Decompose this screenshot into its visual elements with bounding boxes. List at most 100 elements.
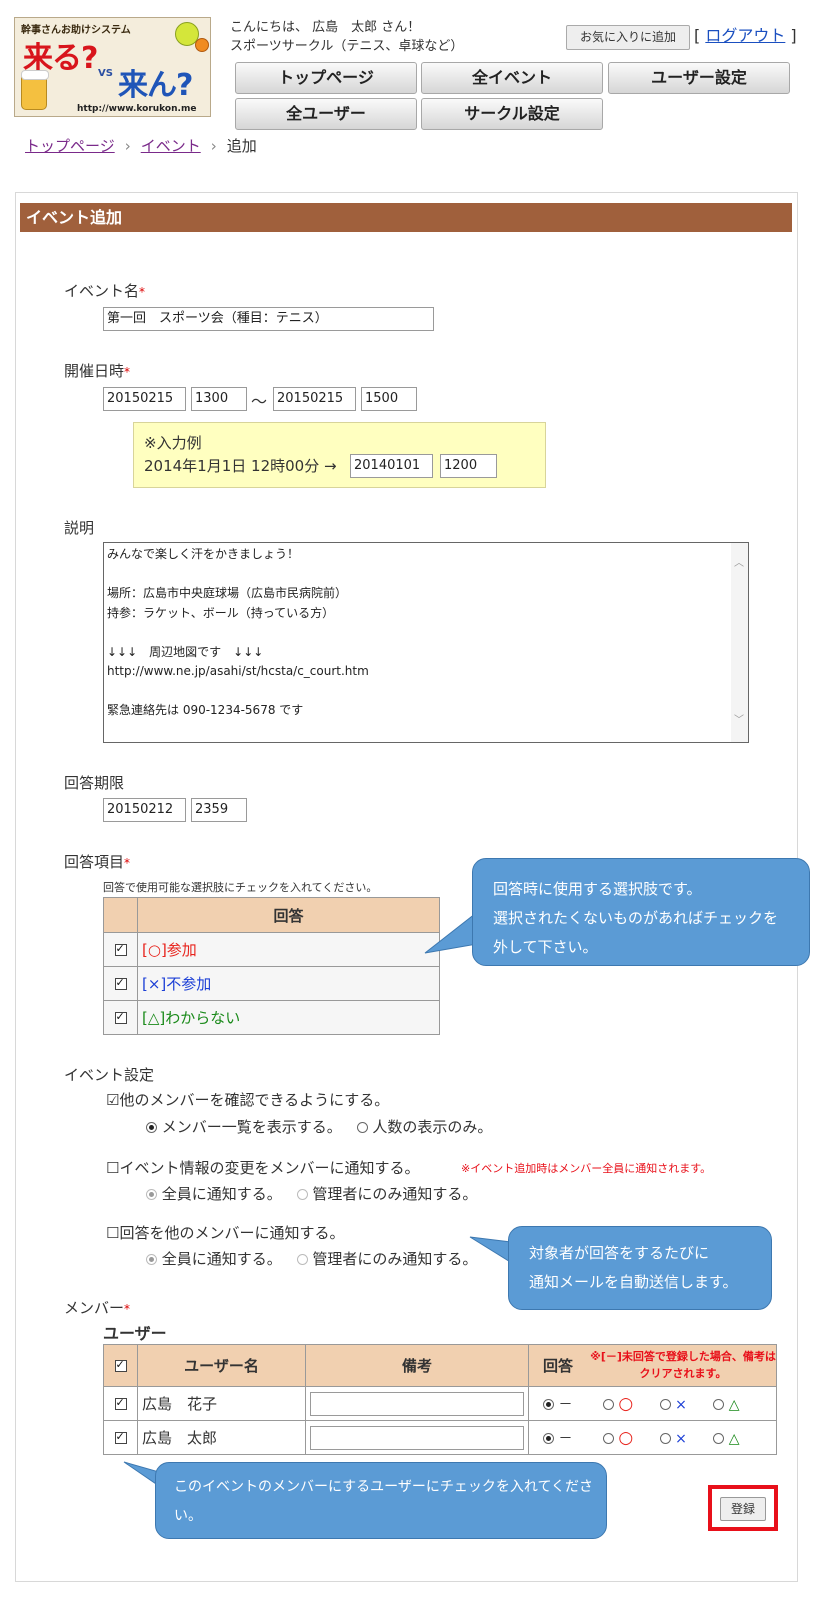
answer-yes-radio[interactable]: [602, 1433, 614, 1444]
answer-none-label: －: [558, 1430, 573, 1447]
description-label: 説明: [64, 519, 95, 537]
nav-circle-settings[interactable]: サークル設定: [421, 98, 603, 130]
answer-notify-all-radio[interactable]: [146, 1254, 157, 1265]
event-name-input[interactable]: 第一回 スポーツ会（種目：テニス）: [103, 307, 434, 331]
answer-check-header: [103, 897, 138, 933]
greeting-block: こんにちは、 広島 太郎 さん！ スポーツサークル（テニス、卓球など）: [230, 18, 463, 56]
answer-notify-admin-radio[interactable]: [296, 1254, 308, 1265]
answer-option-checkbox-no[interactable]: [114, 976, 127, 990]
breadcrumb: トップページ › イベント › 追加: [25, 135, 257, 156]
answer-option-checkbox-yes[interactable]: [114, 942, 127, 956]
end-time-input[interactable]: 1500: [361, 387, 417, 411]
answer-none-radio[interactable]: [543, 1399, 554, 1410]
logo-url: http://www.korukon.me: [77, 104, 197, 114]
logout-wrapper: [ ログアウト ]: [694, 26, 797, 45]
breadcrumb-top[interactable]: トップページ: [25, 137, 115, 155]
answer-none-radio[interactable]: [543, 1433, 554, 1444]
answer-yes-label: ○: [618, 1427, 634, 1448]
member-checkbox[interactable]: [114, 1430, 127, 1444]
answer-notify-all-label: 全員に通知する。: [161, 1250, 282, 1268]
users-heading: ユーザー: [103, 1324, 167, 1343]
answer-no-radio[interactable]: [659, 1399, 671, 1410]
setting-notify-answers[interactable]: ☐回答を他のメンバーに通知する。: [106, 1222, 344, 1243]
answer-option-row: [△]わからない: [103, 1000, 440, 1035]
nav-all-users[interactable]: 全ユーザー: [235, 98, 417, 130]
textarea-scrollbar[interactable]: ︿ ﹀: [731, 543, 748, 742]
nav-user-settings[interactable]: ユーザー設定: [608, 62, 790, 94]
answer-column-label: 回答: [543, 1357, 574, 1375]
answer-items-callout: 回答時に使用する選択肢です。 選択されたくないものがあればチェックを 外して下さ…: [472, 858, 810, 966]
deadline-date-input[interactable]: 20150212: [103, 798, 186, 822]
beer-icon: [21, 70, 49, 110]
answer-option-maybe: [△]わからない: [137, 1000, 440, 1035]
member-remarks-input[interactable]: [310, 1391, 524, 1416]
description-text: みんなで楽しく汗をかきましょう！ 場所：広島市中央庭球場（広島市民病院前） 持参…: [107, 547, 369, 717]
select-all-members-checkbox[interactable]: [114, 1358, 127, 1372]
scroll-up-icon[interactable]: ︿: [734, 559, 744, 569]
add-favorite-button[interactable]: お気に入りに追加: [566, 25, 690, 50]
greeting-text: こんにちは、 広島 太郎 さん！: [230, 20, 421, 35]
pingpong-ball-icon: [195, 38, 209, 52]
start-date-input[interactable]: 20150215: [103, 387, 186, 411]
nav-top-page[interactable]: トップページ: [235, 62, 417, 94]
example-time-input: 1200: [440, 454, 497, 478]
register-button[interactable]: 登録: [720, 1497, 766, 1521]
member-checkbox[interactable]: [114, 1396, 127, 1410]
event-settings-label: イベント設定: [64, 1066, 155, 1084]
show-count-only-radio[interactable]: [356, 1122, 368, 1133]
start-time-input[interactable]: 1300: [191, 387, 247, 411]
breadcrumb-current: 追加: [226, 137, 257, 155]
answer-maybe-label: △: [728, 1396, 740, 1413]
answer-notify-admin-label: 管理者にのみ通知する。: [312, 1250, 478, 1268]
circle-name: スポーツサークル（テニス、卓球など）: [230, 39, 464, 54]
answer-maybe-label: △: [728, 1430, 740, 1447]
member-row: 広島 太郎 － ○ × △: [103, 1420, 777, 1455]
answer-option-yes: [○]参加: [137, 932, 440, 967]
end-date-input[interactable]: 20150215: [273, 387, 356, 411]
description-textarea[interactable]: みんなで楽しく汗をかきましょう！ 場所：広島市中央庭球場（広島市民病院前） 持参…: [103, 542, 749, 743]
answer-no-label: ×: [675, 1430, 687, 1447]
breadcrumb-separator: ›: [210, 137, 217, 155]
answer-header: 回答: [137, 897, 440, 933]
example-date-input: 20140101: [350, 454, 433, 478]
answer-column-header: 回答 ※[－]未回答で登録した場合、備考はクリアされます。: [528, 1344, 777, 1387]
member-answer-options: － ○ × △: [528, 1420, 777, 1455]
example-text: 2014年1月1日 12時00分 →: [144, 457, 337, 475]
setting-show-members[interactable]: ☑他のメンバーを確認できるようにする。: [106, 1089, 389, 1110]
logo-word-kon: 来ん?: [118, 68, 193, 103]
notify-all-radio[interactable]: [146, 1189, 157, 1200]
setting-notify-changes-options: 全員に通知する。 管理者にのみ通知する。: [146, 1183, 477, 1204]
notify-admin-label: 管理者にのみ通知する。: [312, 1185, 478, 1203]
answer-option-checkbox-maybe[interactable]: [114, 1010, 127, 1024]
required-mark: *: [124, 856, 131, 870]
answer-items-label: 回答項目*: [64, 853, 131, 871]
deadline-label: 回答期限: [64, 774, 125, 792]
setting-show-members-options: メンバー一覧を表示する。 人数の表示のみ。: [146, 1116, 492, 1137]
member-answer-options: － ○ × △: [528, 1386, 777, 1421]
deadline-time-input[interactable]: 2359: [191, 798, 247, 822]
answer-yes-label: ○: [618, 1393, 634, 1414]
answer-none-label: －: [558, 1396, 573, 1413]
notify-admin-radio[interactable]: [296, 1189, 308, 1200]
member-remarks-input[interactable]: [310, 1425, 524, 1450]
member-name: 広島 太郎: [137, 1420, 306, 1455]
required-mark: *: [124, 1302, 131, 1316]
submit-highlight: 登録: [708, 1485, 778, 1531]
member-name: 広島 花子: [137, 1386, 306, 1421]
scroll-down-icon[interactable]: ﹀: [734, 716, 744, 726]
notify-all-label: 全員に通知する。: [161, 1185, 282, 1203]
logout-link[interactable]: ログアウト: [705, 26, 785, 45]
required-mark: *: [139, 285, 146, 299]
answer-yes-radio[interactable]: [602, 1399, 614, 1410]
breadcrumb-event[interactable]: イベント: [141, 137, 201, 155]
range-tilde: 〜: [251, 392, 268, 411]
show-member-list-radio[interactable]: [146, 1122, 157, 1133]
answer-clear-note: ※[－]未回答で登録した場合、備考はクリアされます。: [590, 1350, 776, 1380]
answer-maybe-radio[interactable]: [713, 1433, 725, 1444]
answer-no-radio[interactable]: [659, 1433, 671, 1444]
nav-all-events[interactable]: 全イベント: [421, 62, 603, 94]
setting-notify-changes[interactable]: ☐イベント情報の変更をメンバーに通知する。: [106, 1157, 419, 1178]
member-row: 広島 花子 － ○ × △: [103, 1386, 777, 1421]
answer-maybe-radio[interactable]: [713, 1399, 725, 1410]
site-logo[interactable]: 幹事さんお助けシステム 来る? VS 来ん? http://www.koruko…: [14, 17, 211, 117]
